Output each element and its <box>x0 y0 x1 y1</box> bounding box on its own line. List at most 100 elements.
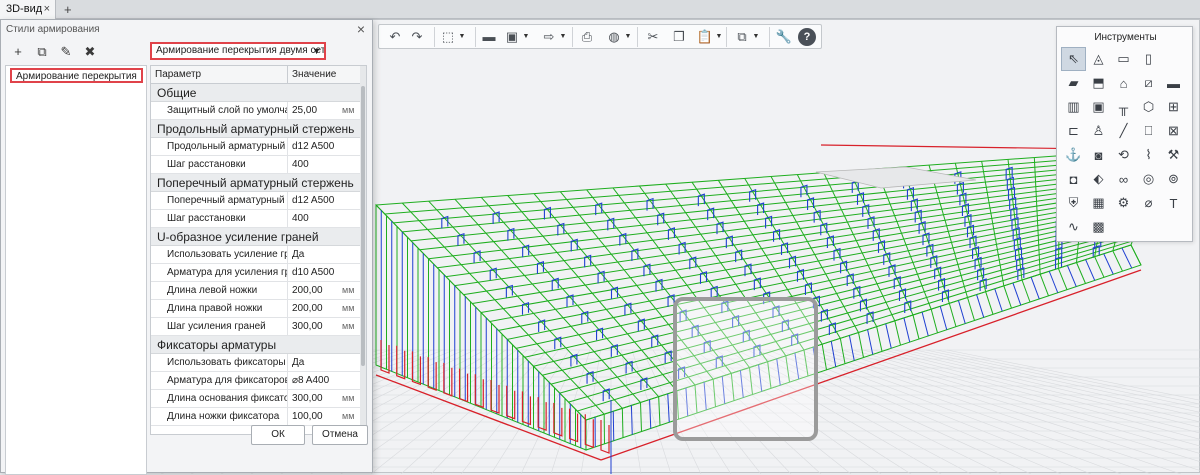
parameter-row[interactable]: Шаг расстановки400 <box>151 156 366 174</box>
parameter-row[interactable]: Длина основания фиксатора300,00мм <box>151 390 366 408</box>
anchor-tool-icon[interactable]: ⚓ <box>1061 143 1086 167</box>
mesh-area-tool-icon[interactable]: ◘ <box>1061 167 1086 191</box>
dropdown-arrow-icon[interactable]: ▼ <box>458 28 466 46</box>
dropdown-arrow-icon[interactable]: ▼ <box>752 28 760 46</box>
parameter-value-cell[interactable]: Да <box>288 246 350 263</box>
bundle-tool-icon[interactable]: ⚙ <box>1111 191 1136 215</box>
rebar-spiral-tool-icon[interactable]: ⊚ <box>1161 167 1186 191</box>
parameter-row[interactable]: Длина левой ножки200,00мм <box>151 282 366 300</box>
wall-tool-icon[interactable]: ▭ <box>1111 47 1136 71</box>
hatch-tool-icon[interactable]: ▩ <box>1086 215 1111 239</box>
ok-button[interactable]: ОК <box>251 425 305 445</box>
scrollbar-thumb[interactable] <box>361 86 365 366</box>
help-icon[interactable]: ? <box>798 28 816 46</box>
section-header[interactable]: U-образное усиление граней <box>151 228 366 246</box>
paste-icon[interactable]: 📋 <box>696 28 714 46</box>
parameter-row[interactable]: Защитный слой по умолчанию25,00мм <box>151 102 366 120</box>
figure-tool-icon[interactable]: ♙ <box>1086 119 1111 143</box>
parameter-value-cell[interactable]: 300,00мм <box>288 390 350 407</box>
roof-tool-icon[interactable]: ⌂ <box>1111 71 1136 95</box>
cancel-button[interactable]: Отмена <box>312 425 368 445</box>
save-icon[interactable]: ▣ <box>503 28 521 46</box>
parameter-row[interactable]: Арматура для усиления гранейd10 A500 <box>151 264 366 282</box>
parameter-value-cell[interactable]: 300,00мм <box>288 318 350 335</box>
rebar-tool-icon[interactable]: ⎕ <box>1136 119 1161 143</box>
line-tool-icon[interactable]: ╱ <box>1111 119 1136 143</box>
section-header[interactable]: Продольный арматурный стержень <box>151 120 366 138</box>
rebar-loop-tool-icon[interactable]: ∞ <box>1111 167 1136 191</box>
wrench-icon[interactable]: 🔧 <box>775 28 793 46</box>
rebar-bend-tool-icon[interactable]: ⟲ <box>1111 143 1136 167</box>
duplicate-icon[interactable]: ⧉ <box>33 44 51 60</box>
diameter-tool-icon[interactable]: ⌀ <box>1136 191 1161 215</box>
dropdown-arrow-icon[interactable]: ▼ <box>624 28 632 46</box>
open-folder-icon[interactable]: ▬ <box>480 28 498 46</box>
dialog-close-icon[interactable]: × <box>357 21 365 37</box>
section-header[interactable]: Поперечный арматурный стержень <box>151 174 366 192</box>
grid-scrollbar[interactable] <box>360 66 366 435</box>
delete-icon[interactable]: ✖ <box>81 44 99 60</box>
beam-tool-icon[interactable]: ▬ <box>1161 71 1186 95</box>
layers-icon[interactable]: ⧉ <box>733 28 751 46</box>
section-header[interactable]: Общие <box>151 84 366 102</box>
slab-tool-icon[interactable]: ▰ <box>1061 71 1086 95</box>
parameter-value-cell[interactable]: 25,00мм <box>288 102 350 119</box>
style-type-select[interactable]: Армирование перекрытия двумя сетками ▼ <box>150 42 326 60</box>
parameter-value-cell[interactable]: 400 <box>288 210 350 227</box>
dropdown-arrow-icon[interactable]: ▼ <box>715 28 723 46</box>
slab-opening-tool-icon[interactable]: ⬒ <box>1086 71 1111 95</box>
print-icon[interactable]: ⎙ <box>578 28 596 46</box>
parameter-row[interactable]: Шаг расстановки400 <box>151 210 366 228</box>
parameter-row[interactable]: Поперечный арматурный сте...d12 A500 <box>151 192 366 210</box>
parameter-value-cell[interactable]: 200,00мм <box>288 282 350 299</box>
shapes-tool-icon[interactable]: ◬ <box>1086 47 1111 71</box>
stair-tool-icon[interactable]: ⬡ <box>1136 95 1161 119</box>
parameter-value-cell[interactable]: d12 A500 <box>288 192 350 209</box>
dropdown-arrow-icon[interactable]: ▼ <box>559 28 567 46</box>
cut-icon[interactable]: ✂ <box>644 28 662 46</box>
rebar-edge-tool-icon[interactable]: ⚒ <box>1161 143 1186 167</box>
redo-icon[interactable]: ↷ <box>408 28 426 46</box>
door-tool-icon[interactable]: ▥ <box>1061 95 1086 119</box>
parameter-row[interactable]: Длина ножки фиксатора100,00мм <box>151 408 366 426</box>
parameter-value-cell[interactable]: 200,00мм <box>288 300 350 317</box>
frame-tool-icon[interactable]: ⊞ <box>1161 95 1186 119</box>
export-icon[interactable]: ⇨ <box>540 28 558 46</box>
parameter-row[interactable]: Использовать фиксаторы арм...Да <box>151 354 366 372</box>
rebar-clip-tool-icon[interactable]: ⌇ <box>1136 143 1161 167</box>
pipe-tool-icon[interactable]: ⊏ <box>1061 119 1086 143</box>
undo-icon[interactable]: ↶ <box>386 28 404 46</box>
shield-tool-icon[interactable]: ⛨ <box>1061 191 1086 215</box>
copy-icon[interactable]: ❐ <box>670 28 688 46</box>
tab-3d-view[interactable]: 3D-вид × <box>0 0 56 19</box>
parameter-value-cell[interactable]: 100,00мм <box>288 408 350 425</box>
curve-tool-icon[interactable]: ∿ <box>1061 215 1086 239</box>
parameter-row[interactable]: Использовать усиление гранейДа <box>151 246 366 264</box>
select-tool-icon[interactable]: ⇖ <box>1061 47 1086 71</box>
add-tab-icon[interactable]: + <box>58 0 74 19</box>
style-list-item[interactable]: Армирование перекрытия <box>10 68 143 83</box>
parameter-value-cell[interactable]: ⌀8 A400 <box>288 372 350 389</box>
rebar-set-tool-icon[interactable]: ◙ <box>1086 143 1111 167</box>
window-tool-icon[interactable]: ▣ <box>1086 95 1111 119</box>
section-header[interactable]: Фиксаторы арматуры <box>151 336 366 354</box>
parameter-value-cell[interactable]: d10 A500 <box>288 264 350 281</box>
text-tool-icon[interactable]: T <box>1161 191 1186 215</box>
parameter-row[interactable]: Длина правой ножки200,00мм <box>151 300 366 318</box>
rebar-path-tool-icon[interactable]: ⬖ <box>1086 167 1111 191</box>
parameter-row[interactable]: Арматура для фиксаторов⌀8 A400 <box>151 372 366 390</box>
3d-view-icon[interactable]: ⬚ <box>439 28 457 46</box>
rebar-coil-tool-icon[interactable]: ◎ <box>1136 167 1161 191</box>
fixture-tool-icon[interactable]: ▦ <box>1086 191 1111 215</box>
dropdown-arrow-icon[interactable]: ▼ <box>522 28 530 46</box>
parameter-value-cell[interactable]: d12 A500 <box>288 138 350 155</box>
tab-close-icon[interactable]: × <box>44 0 50 19</box>
parameter-row[interactable]: Шаг усиления граней300,00мм <box>151 318 366 336</box>
mesh-tool-icon[interactable]: ⊠ <box>1161 119 1186 143</box>
column-tool-icon[interactable]: ▯ <box>1136 47 1161 71</box>
add-icon[interactable]: + <box>9 44 27 60</box>
parameter-value-cell[interactable]: 400 <box>288 156 350 173</box>
edit-icon[interactable]: ✎ <box>57 44 75 60</box>
parameter-value-cell[interactable]: Да <box>288 354 350 371</box>
ramp-tool-icon[interactable]: ⧄ <box>1136 71 1161 95</box>
